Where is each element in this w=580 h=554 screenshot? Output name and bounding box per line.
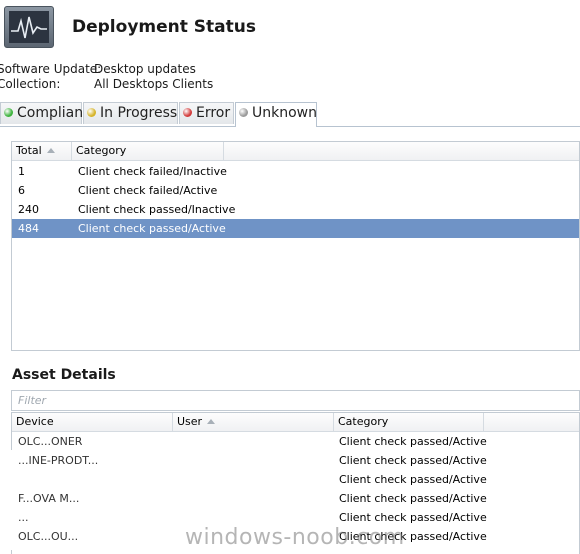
device-cell: ... <box>18 511 29 524</box>
column-header-device[interactable]: Device <box>12 413 173 431</box>
asset-details-heading: Asset Details <box>12 367 116 383</box>
sort-ascending-icon <box>46 148 55 153</box>
collection-value: All Desktops Clients <box>94 77 214 91</box>
category-cell: Client check passed/Active <box>339 454 487 467</box>
status-monitor-icon <box>4 6 54 48</box>
category-cell: Client check passed/Inactive <box>78 203 236 216</box>
red-status-icon <box>183 108 192 117</box>
device-cell: OLC...OU... <box>18 530 79 543</box>
tab-label: In Progress <box>100 105 178 121</box>
category-cell: Client check passed/Active <box>78 222 226 235</box>
device-cell: ...INE-PRODT... <box>18 454 99 467</box>
table-row[interactable]: 1 Client check failed/Inactive <box>12 162 579 181</box>
yellow-status-icon <box>87 108 96 117</box>
total-cell: 6 <box>18 184 25 197</box>
tab-in-progress[interactable]: In Progress <box>83 102 178 124</box>
tab-compliant[interactable]: Compliant <box>0 102 89 124</box>
sort-ascending-icon <box>207 419 216 424</box>
tab-label: Error <box>196 105 231 121</box>
table-row-selected[interactable]: 484 Client check passed/Active <box>12 219 579 238</box>
tab-error[interactable]: Error <box>179 102 234 124</box>
collection-label: Collection: <box>0 77 61 91</box>
gray-status-icon <box>239 108 248 117</box>
column-header-user[interactable]: User <box>173 413 334 431</box>
asset-table-header: Device User Category <box>12 413 579 432</box>
column-header-category[interactable]: Category <box>72 142 224 160</box>
filter-input[interactable]: Filter <box>11 390 580 411</box>
column-header-total[interactable]: Total <box>12 142 72 160</box>
category-cell: Client check passed/Active <box>339 473 487 486</box>
category-cell: Client check passed/Active <box>339 492 487 505</box>
device-cell: OLC...ONER <box>18 435 83 448</box>
total-cell: 240 <box>18 203 39 216</box>
tab-label: Unknown <box>252 105 317 121</box>
green-status-icon <box>4 108 13 117</box>
summary-table-header: Total Category <box>12 142 579 161</box>
category-cell: Client check failed/Active <box>78 184 218 197</box>
device-cell: F...OVA M... <box>18 492 80 505</box>
software-update-value: Desktop updates <box>94 62 196 76</box>
status-tab-bar: Compliant In Progress Error Unknown <box>0 102 580 127</box>
column-header-category[interactable]: Category <box>334 413 484 431</box>
page-title: Deployment Status <box>72 17 256 37</box>
tab-label: Compliant <box>17 105 89 121</box>
total-cell: 484 <box>18 222 39 235</box>
category-cell: Client check failed/Inactive <box>78 165 227 178</box>
tab-unknown[interactable]: Unknown <box>235 102 317 127</box>
table-row[interactable]: ...INE-PRODT... Client check passed/Acti… <box>12 451 579 470</box>
table-row[interactable]: 6 Client check failed/Active <box>12 181 579 200</box>
summary-table: Total Category 1 Client check failed/Ina… <box>11 141 580 351</box>
table-row[interactable]: F...OVA M... Client check passed/Active <box>12 489 579 508</box>
table-row[interactable]: OLC...ONER Client check passed/Active <box>12 432 579 451</box>
table-row[interactable]: 240 Client check passed/Inactive <box>12 200 579 219</box>
redaction-mark <box>0 450 16 550</box>
total-cell: 1 <box>18 165 25 178</box>
watermark-text: windows-noob.com <box>185 525 405 550</box>
category-cell: Client check passed/Active <box>339 435 487 448</box>
software-update-label: Software Update: <box>0 62 102 76</box>
table-row[interactable]: Client check passed/Active <box>12 470 579 489</box>
